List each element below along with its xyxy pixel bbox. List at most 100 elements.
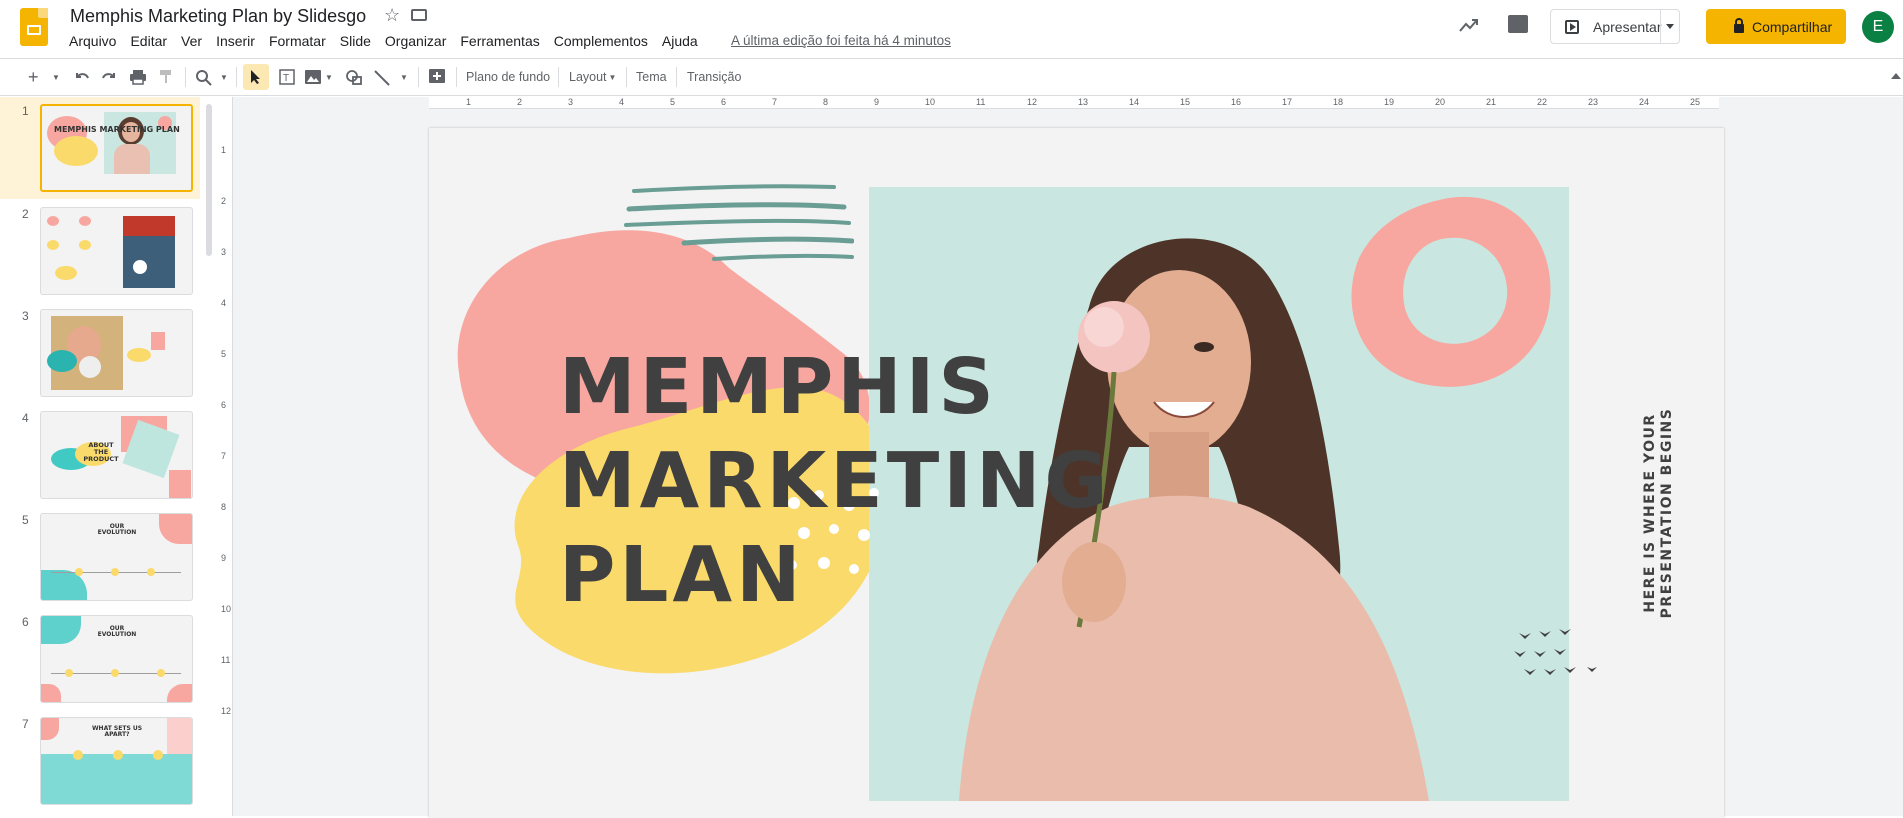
ruler-number: 18 [1333, 97, 1344, 107]
slide-thumbnail-7[interactable]: WHAT SETS US APART? [40, 717, 193, 805]
title-line-3: PLAN [559, 531, 805, 620]
ruler-number: 19 [1384, 97, 1395, 107]
slide-thumbnail-3[interactable] [40, 309, 193, 397]
ruler-number: 7 [772, 97, 778, 107]
menu-slide[interactable]: Slide [340, 33, 378, 49]
star-icon[interactable]: ☆ [384, 5, 400, 26]
ruler-number: 9 [874, 97, 880, 107]
avatar[interactable]: E [1862, 11, 1894, 43]
teal-brush-strokes [624, 184, 854, 261]
subtitle-line-1: HERE IS WHERE YOUR [1642, 413, 1658, 613]
ruler-number: 1 [466, 97, 472, 107]
horizontal-ruler: 1 2 3 4 5 6 7 8 9 10 11 12 13 14 15 16 17 18 19 20 21 22 23 24 2… [429, 97, 1719, 109]
ruler-number: 6 [221, 400, 227, 410]
ruler-number: 22 [1537, 97, 1548, 107]
layout-chevron-down-icon: ▼ [608, 72, 617, 82]
paint-format-icon[interactable] [158, 66, 174, 88]
ruler-number: 1 [221, 145, 227, 155]
menu-arquivo[interactable]: Arquivo [69, 33, 123, 49]
ruler-number: 6 [721, 97, 727, 107]
menu-formatar[interactable]: Formatar [269, 33, 333, 49]
image-icon[interactable] [304, 66, 322, 88]
document-title[interactable]: Memphis Marketing Plan by Slidesgo [70, 6, 366, 27]
ruler-number: 21 [1486, 97, 1497, 107]
activity-trend-icon[interactable] [1458, 14, 1480, 36]
menu-complementos[interactable]: Complementos [554, 33, 655, 49]
comment-icon[interactable] [1508, 15, 1528, 33]
slide-thumbnail-1[interactable]: MEMPHIS MARKETING PLAN [40, 104, 193, 192]
ruler-number: 23 [1588, 97, 1599, 107]
thumb-title: OUR EVOLUTION [97, 523, 137, 537]
ruler-number: 11 [221, 655, 231, 665]
slide-thumbnail-6[interactable]: OUR EVOLUTION [40, 615, 193, 703]
ruler-number: 16 [1231, 97, 1242, 107]
menu-organizar[interactable]: Organizar [385, 33, 453, 49]
slide-canvas[interactable]: MEMPHIS MARKETING PLAN HERE IS WHERE YOU… [429, 128, 1724, 818]
text-box-icon[interactable]: T [278, 66, 296, 88]
share-button[interactable]: Compartilhar [1706, 9, 1846, 44]
transition-button[interactable]: Transição [687, 66, 741, 88]
ruler-number: 8 [823, 97, 829, 107]
menu-ver[interactable]: Ver [181, 33, 209, 49]
menu-editar[interactable]: Editar [130, 33, 174, 49]
thumb-title: WHAT SETS US APART? [91, 725, 143, 739]
ruler-number: 13 [1078, 97, 1089, 107]
present-label: Apresentar [1593, 18, 1662, 35]
redo-icon[interactable] [101, 66, 117, 88]
slide-number: 7 [22, 717, 29, 731]
slides-logo-icon[interactable] [20, 8, 48, 46]
ruler-number: 12 [221, 706, 232, 716]
menu-bar: Arquivo Editar Ver Inserir Formatar Slid… [69, 33, 712, 49]
ruler-number: 15 [1180, 97, 1191, 107]
ruler-number: 10 [925, 97, 936, 107]
ruler-number: 4 [221, 298, 227, 308]
new-slide-plus-icon[interactable]: + [28, 66, 39, 88]
ruler-number: 10 [221, 604, 232, 614]
slide-subtitle-vertical[interactable]: HERE IS WHERE YOUR PRESENTATION BEGINS [1642, 408, 1676, 619]
slide-thumbnail-2[interactable] [40, 207, 193, 295]
background-button[interactable]: Plano de fundo [466, 66, 550, 88]
thumb-title: ABOUT THE PRODUCT [83, 441, 119, 463]
shape-icon[interactable] [345, 66, 363, 88]
ruler-number: 7 [221, 451, 227, 461]
zoom-chevron-down-icon[interactable]: ▼ [220, 66, 228, 88]
last-edit-link[interactable]: A última edição foi feita há 4 minutos [731, 33, 951, 48]
undo-icon[interactable] [74, 66, 90, 88]
image-chevron-down-icon[interactable]: ▼ [325, 66, 333, 88]
birds-decoration [1514, 629, 1597, 675]
ruler-number: 3 [568, 97, 574, 107]
collapse-menus-chevron-up-icon[interactable] [1891, 73, 1901, 79]
menu-ferramentas[interactable]: Ferramentas [460, 33, 546, 49]
slide-number: 3 [22, 309, 29, 323]
ruler-number: 5 [670, 97, 676, 107]
ruler-number: 20 [1435, 97, 1446, 107]
line-chevron-down-icon[interactable]: ▼ [400, 66, 408, 88]
ruler-number: 24 [1639, 97, 1650, 107]
thumb-photo [104, 112, 176, 174]
pink-swirl-decoration [1351, 196, 1551, 387]
slide-thumbnail-4[interactable]: ABOUT THE PRODUCT [40, 411, 193, 499]
zoom-icon[interactable] [195, 66, 213, 88]
ruler-number: 11 [976, 97, 986, 107]
slide-number: 4 [22, 411, 29, 425]
theme-button[interactable]: Tema [636, 66, 667, 88]
add-comment-icon[interactable] [428, 66, 446, 88]
slide-thumbnail-5[interactable]: OUR EVOLUTION [40, 513, 193, 601]
line-icon[interactable] [373, 66, 391, 88]
ruler-number: 4 [619, 97, 625, 107]
menu-inserir[interactable]: Inserir [216, 33, 262, 49]
layout-label: Layout [569, 70, 607, 84]
new-slide-chevron-down-icon[interactable]: ▼ [52, 66, 60, 88]
ruler-number: 2 [517, 97, 523, 107]
select-cursor-icon[interactable] [243, 64, 269, 90]
slide-title[interactable]: MEMPHIS MARKETING PLAN [559, 341, 1112, 623]
menu-ajuda[interactable]: Ajuda [662, 33, 705, 49]
present-options-chevron-down-icon[interactable] [1666, 24, 1674, 29]
move-folder-icon[interactable] [411, 9, 427, 21]
ruler-number: 25 [1690, 97, 1701, 107]
layout-button[interactable]: Layout ▼ [569, 66, 616, 88]
print-icon[interactable] [129, 66, 147, 88]
filmstrip-scrollbar[interactable] [206, 104, 212, 256]
title-line-1: MEMPHIS [559, 343, 998, 432]
present-button[interactable]: Apresentar [1550, 9, 1680, 44]
